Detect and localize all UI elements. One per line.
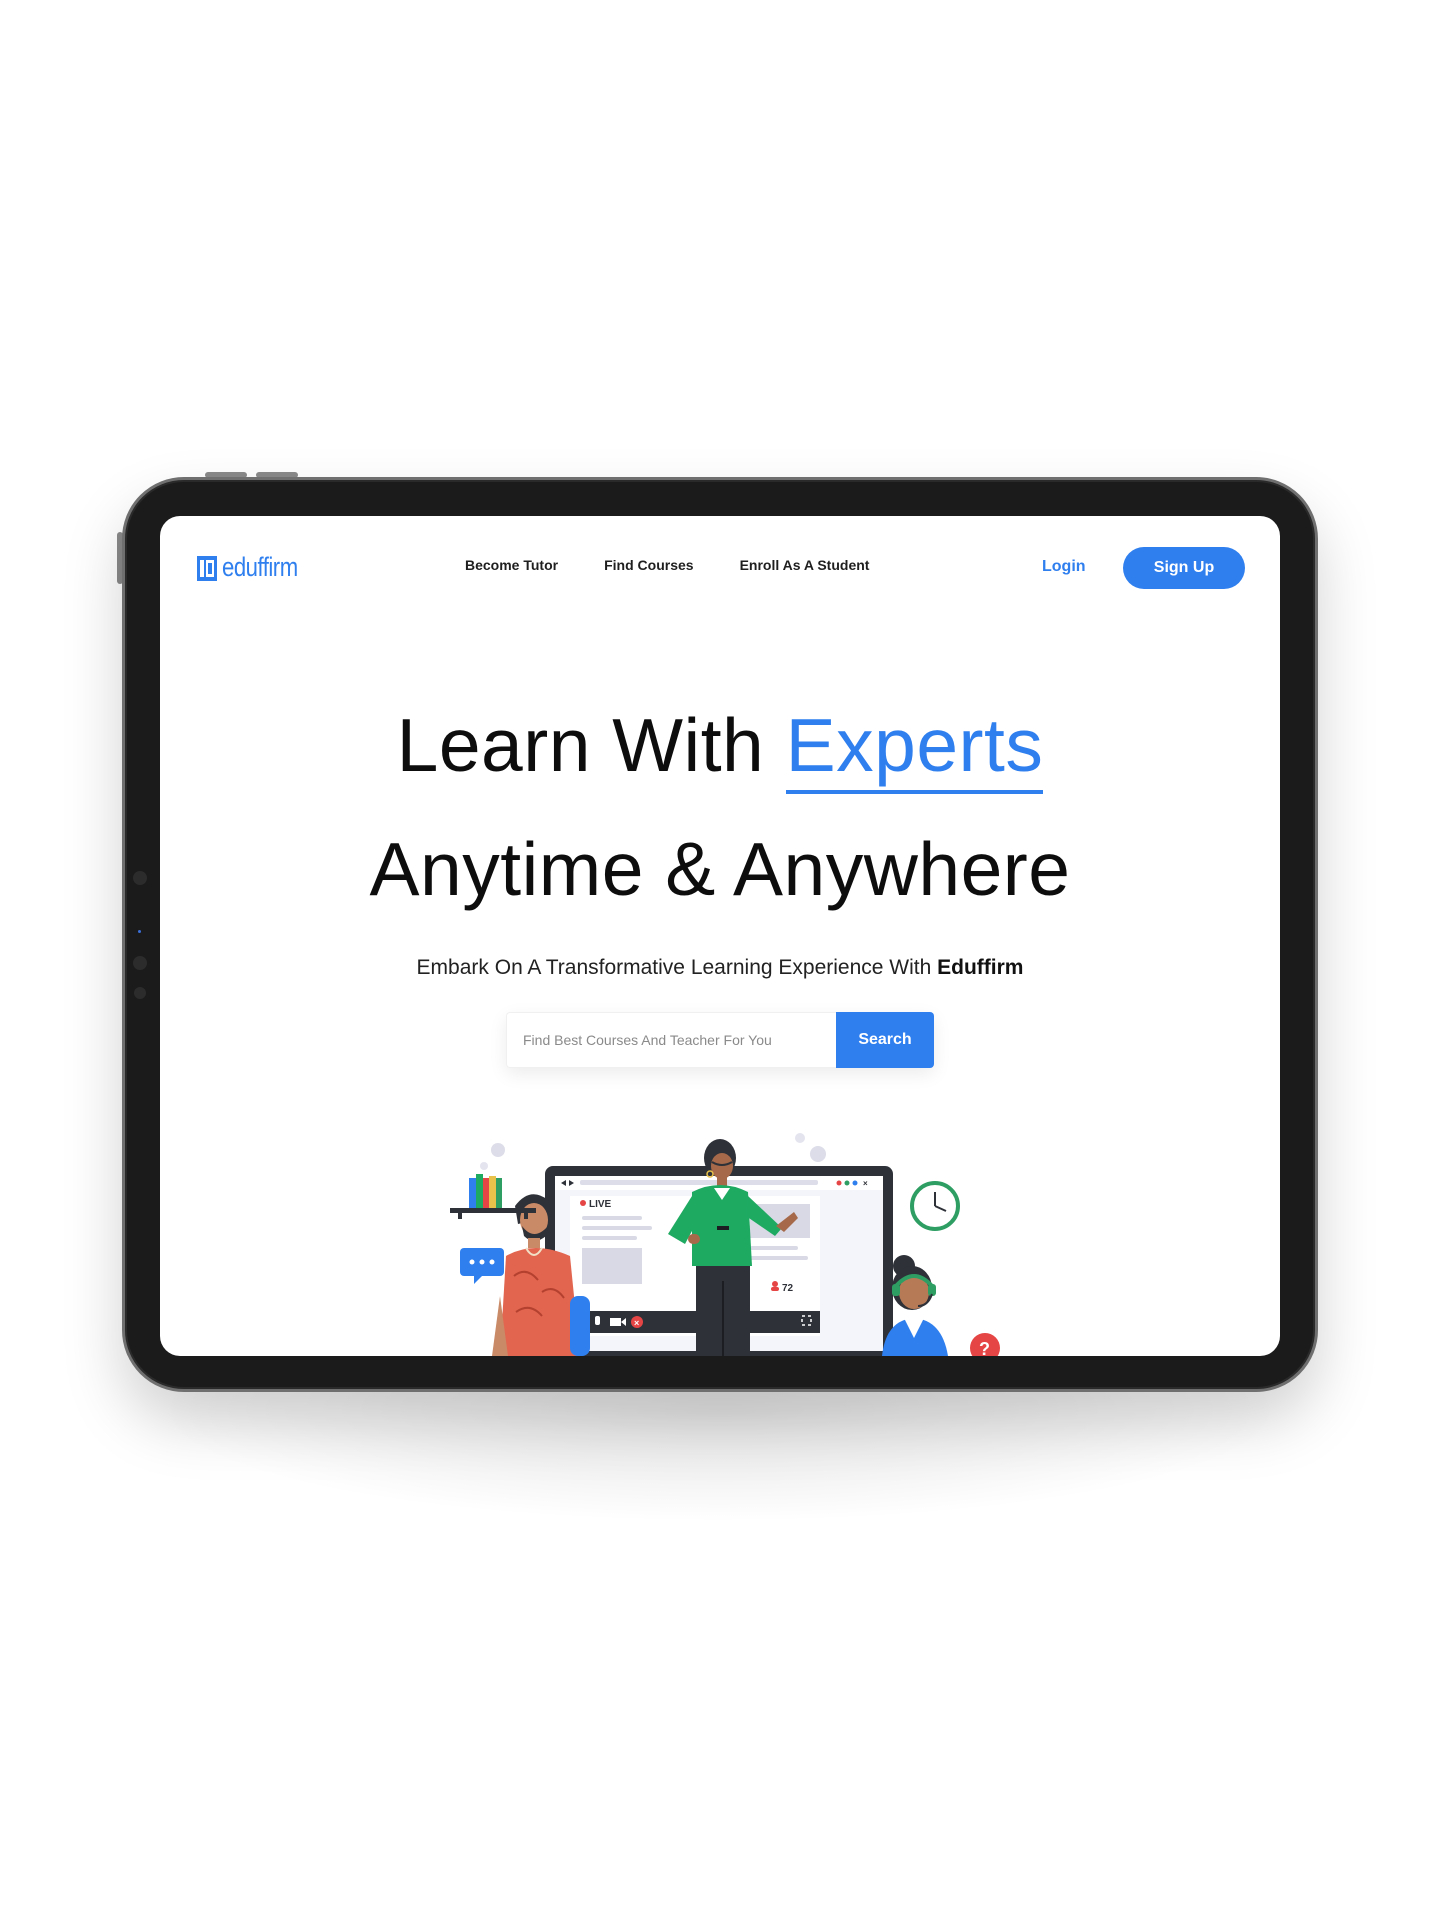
tablet-screen: eduffirm Become Tutor Find Courses Enrol…	[160, 516, 1280, 1356]
logo-icon	[197, 555, 217, 581]
camera-icon	[133, 956, 147, 970]
live-badge: LIVE	[589, 1199, 612, 1210]
nav-find-courses[interactable]: Find Courses	[604, 557, 693, 573]
svg-text:×: ×	[634, 1318, 639, 1328]
search-input[interactable]	[506, 1012, 836, 1068]
decor-dot	[491, 1143, 505, 1157]
search-bar: Search	[506, 1012, 934, 1068]
hero-heading-line1: Learn With Experts	[160, 702, 1280, 794]
login-link[interactable]: Login	[1042, 558, 1086, 576]
viewer-count: 72	[782, 1283, 794, 1294]
decor-dot	[795, 1133, 805, 1143]
signup-button[interactable]: Sign Up	[1123, 547, 1245, 589]
hero-illustration: × LIVE 72 × ?	[450, 1133, 1000, 1356]
brand-logo[interactable]: eduffirm	[196, 552, 314, 583]
live-dot-icon	[580, 1200, 586, 1206]
chat-bubble-icon	[460, 1248, 504, 1284]
window-dot	[836, 1180, 842, 1186]
svg-text:?: ?	[979, 1339, 990, 1356]
user-icon	[772, 1281, 778, 1287]
hero-subtitle: Embark On A Transformative Learning Expe…	[160, 956, 1280, 980]
hero-heading-line2: Anytime & Anywhere	[369, 827, 1071, 911]
clock-icon	[910, 1181, 960, 1231]
hero-heading-accent: Experts	[785, 703, 1044, 794]
help-icon: ?	[970, 1333, 1000, 1356]
camera-icon	[134, 987, 146, 999]
hero-subtitle-text: Embark On A Transformative Learning Expe…	[416, 956, 938, 979]
search-button[interactable]: Search	[836, 1012, 934, 1068]
brand-name: eduffirm	[222, 552, 298, 582]
bookshelf-icon	[450, 1174, 536, 1219]
hero-heading-prefix: Learn With	[396, 703, 786, 787]
window-dot	[844, 1180, 850, 1186]
sensor-dot	[138, 930, 141, 933]
main-nav: Become Tutor Find Courses Enroll As A St…	[465, 557, 869, 573]
nav-enroll-student[interactable]: Enroll As A Student	[740, 557, 870, 573]
decor-dot	[810, 1146, 826, 1162]
content-block	[582, 1248, 642, 1284]
camera-icon	[133, 871, 147, 885]
video-controls	[570, 1311, 820, 1333]
nav-become-tutor[interactable]: Become Tutor	[465, 557, 558, 573]
window-dot	[852, 1180, 858, 1186]
close-icon: ×	[863, 1179, 868, 1188]
microphone-icon	[595, 1316, 600, 1325]
hero-subtitle-brand: Eduffirm	[937, 956, 1024, 979]
decor-dot	[480, 1162, 488, 1170]
camera-icon	[610, 1318, 621, 1326]
